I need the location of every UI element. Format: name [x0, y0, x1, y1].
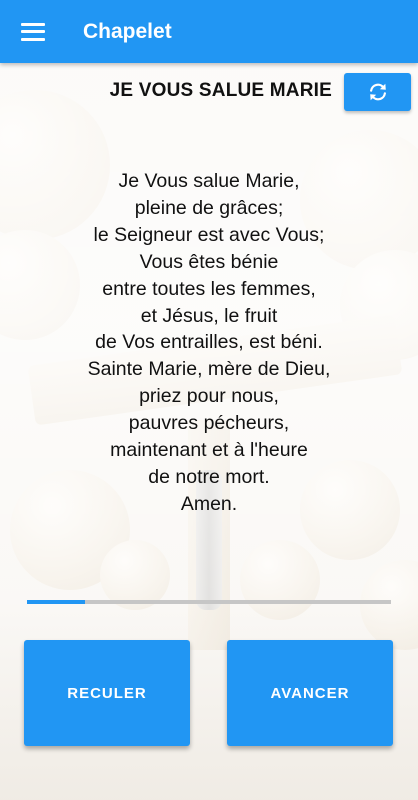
next-button[interactable]: AVANCER: [227, 640, 393, 746]
prayer-line: pleine de grâces;: [134, 196, 284, 219]
prayer-line: entre toutes les femmes,: [102, 277, 316, 300]
prayer-line: maintenant et à l'heure: [110, 439, 308, 462]
app-bar: Chapelet: [0, 0, 418, 63]
prayer-title: JE VOUS SALUE MARIE: [109, 80, 332, 101]
rosary-progress-bar: [27, 600, 391, 604]
app-title: Chapelet: [83, 19, 172, 43]
prayer-line: Je Vous salue Marie,: [118, 170, 300, 192]
prayer-text: Je Vous salue Marie, pleine de grâces; l…: [0, 168, 418, 518]
prayer-line: le Seigneur est avec Vous;: [93, 223, 325, 246]
hamburger-menu-icon[interactable]: [21, 22, 45, 41]
rosary-screen: Chapelet JE VOUS SALUE MARIE Je Vous sal…: [0, 0, 418, 800]
prayer-line: Vous êtes bénie: [139, 250, 279, 273]
progress-fill: [27, 600, 86, 604]
prayer-line: Sainte Marie, mère de Dieu,: [87, 358, 331, 381]
prayer-line: de notre mort.: [148, 465, 270, 488]
prayer-line: Amen.: [180, 492, 238, 515]
prayer-line: et Jésus, le fruit: [140, 304, 278, 327]
refresh-button[interactable]: [344, 73, 411, 111]
back-button[interactable]: RECULER: [24, 640, 190, 746]
refresh-icon: [369, 83, 386, 101]
prayer-line: pauvres pécheurs,: [128, 412, 290, 435]
prayer-line: priez pour nous,: [139, 385, 279, 408]
prayer-line: de Vos entrailles, est béni.: [95, 331, 323, 354]
